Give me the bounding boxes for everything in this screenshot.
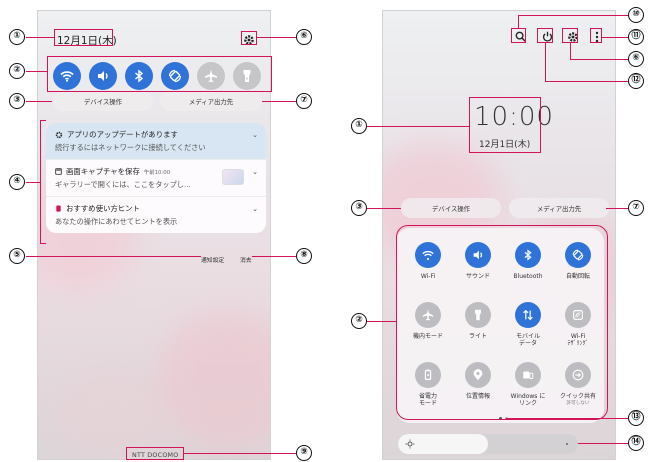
highlight-notifications bbox=[40, 120, 46, 244]
leader-line bbox=[26, 101, 52, 102]
chevron-down-icon[interactable]: ⌄ bbox=[252, 168, 258, 176]
brightness-icon bbox=[405, 439, 415, 449]
leader-line bbox=[545, 43, 546, 81]
notification-body: 続行するにはネットワークに接続してください bbox=[55, 143, 206, 152]
notification-time: 午前10:00 bbox=[143, 169, 171, 176]
chevron-down-icon[interactable]: ⌄ bbox=[252, 131, 258, 139]
callout-7: ⑦ bbox=[296, 93, 312, 109]
leader-line bbox=[518, 15, 519, 28]
highlight-tiles bbox=[396, 225, 608, 420]
callout-8: ⑧ bbox=[296, 248, 312, 264]
callout-4: ④ bbox=[9, 174, 25, 190]
callout-2: ② bbox=[351, 313, 367, 329]
leader-line bbox=[367, 208, 401, 209]
notification-title: 画面キャプチャを保存 bbox=[66, 167, 140, 176]
highlight-quick-buttons bbox=[47, 56, 272, 92]
notification-screenshot[interactable]: 画面キャプチャを保存 午前10:00 ギャラリーで開くには、ここをタップし...… bbox=[46, 160, 266, 197]
notification-settings-link[interactable]: 通知設定 bbox=[201, 255, 224, 264]
notification-title: アプリのアップデートがあります bbox=[67, 130, 178, 139]
screenshot-thumbnail bbox=[222, 169, 244, 185]
callout-10: ⑩ bbox=[628, 7, 644, 23]
device-control-button[interactable]: デバイス操作 bbox=[401, 198, 501, 218]
leader-line bbox=[26, 256, 201, 257]
leader-line bbox=[184, 453, 296, 454]
callout-1: ① bbox=[9, 29, 25, 45]
tip-icon bbox=[56, 205, 61, 212]
highlight-clock bbox=[469, 97, 541, 153]
callout-14: ⑭ bbox=[628, 435, 644, 451]
notification-list: アプリのアップデートがあります 続行するにはネットワークに接続してください ⌄ … bbox=[46, 123, 266, 233]
clear-button[interactable]: 消去 bbox=[240, 255, 252, 264]
leader-line bbox=[367, 321, 396, 322]
highlight-power bbox=[537, 28, 553, 43]
notification-app-update[interactable]: アプリのアップデートがあります 続行するにはネットワークに接続してください ⌄ bbox=[46, 123, 266, 160]
callout-2: ② bbox=[9, 63, 25, 79]
notification-tips[interactable]: おすすめ使い方ヒント あなたの操作にあわせてヒントを表示 ⌄ bbox=[46, 197, 266, 233]
callout-13: ⑬ bbox=[628, 410, 644, 426]
notification-body: あなたの操作にあわせてヒントを表示 bbox=[55, 217, 178, 226]
callout-5: ⑤ bbox=[9, 248, 25, 264]
callout-7: ⑦ bbox=[628, 200, 644, 216]
screenshot-icon bbox=[55, 168, 62, 175]
chevron-down-icon[interactable]: ⌄ bbox=[252, 205, 258, 213]
leader-line bbox=[252, 256, 296, 257]
callout-9: ⑨ bbox=[296, 445, 312, 461]
leader-line bbox=[367, 126, 469, 127]
leader-line bbox=[606, 208, 628, 209]
highlight-search bbox=[511, 28, 526, 43]
leader-line bbox=[578, 443, 628, 444]
device-control-button[interactable]: デバイス操作 bbox=[53, 91, 153, 111]
leader-line bbox=[257, 37, 296, 38]
leader-line bbox=[26, 182, 40, 183]
callout-6: ⑥ bbox=[628, 51, 644, 67]
leader-line bbox=[602, 37, 628, 38]
leader-line bbox=[570, 59, 628, 60]
callout-3: ③ bbox=[9, 93, 25, 109]
leader-line bbox=[570, 43, 571, 59]
gear-icon bbox=[55, 131, 63, 138]
highlight-settings bbox=[241, 31, 257, 45]
callout-3: ③ bbox=[351, 200, 367, 216]
notification-title: おすすめ使い方ヒント bbox=[66, 204, 140, 213]
callout-11: ⑪ bbox=[628, 29, 644, 45]
highlight-date bbox=[54, 29, 113, 46]
callout-12: ⑫ bbox=[628, 73, 644, 89]
highlight-carrier bbox=[126, 447, 184, 460]
callout-6: ⑥ bbox=[296, 29, 312, 45]
brightness-slider[interactable] bbox=[398, 434, 578, 454]
media-output-button[interactable]: メディア出力先 bbox=[160, 91, 262, 111]
leader-line bbox=[262, 101, 296, 102]
highlight-settings bbox=[562, 28, 578, 43]
leader-line bbox=[518, 15, 628, 16]
media-output-button[interactable]: メディア出力先 bbox=[509, 198, 609, 218]
callout-1: ① bbox=[351, 118, 367, 134]
leader-line bbox=[545, 81, 628, 82]
highlight-more bbox=[590, 28, 602, 43]
leader-line bbox=[506, 418, 628, 419]
slider-end-dot bbox=[566, 443, 568, 445]
leader-line bbox=[26, 37, 54, 38]
leader-line bbox=[26, 71, 47, 72]
